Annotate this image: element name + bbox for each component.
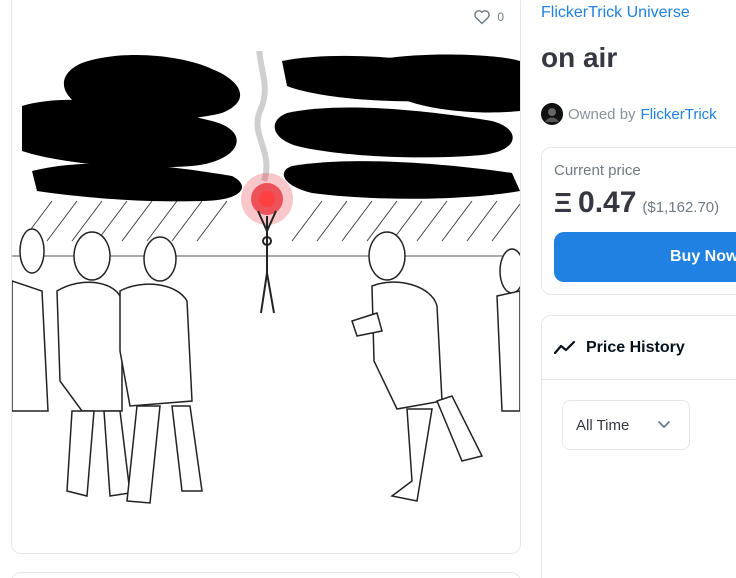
current-price-label: Current price: [554, 162, 641, 179]
time-range-value: All Time: [576, 416, 630, 434]
asset-artwork: [12, 51, 520, 504]
chevron-down-icon: [658, 421, 670, 428]
price-history-title: Price History: [586, 338, 685, 356]
price-history-panel: Price History All Time: [541, 315, 736, 578]
favorite-button[interactable]: 0: [473, 9, 504, 25]
trend-line-icon: [554, 340, 576, 354]
owner-row: Owned by FlickerTrick: [541, 103, 717, 125]
owner-prefix: Owned by: [568, 105, 636, 123]
buy-now-button[interactable]: Buy Now: [554, 232, 736, 282]
price-usd: ($1,162.70): [642, 199, 720, 216]
price-panel: Current price Ξ 0.47 ($1,162.70) Buy Now: [541, 147, 736, 295]
price-history-header[interactable]: Price History: [542, 316, 736, 380]
price-amount: 0.47: [578, 186, 637, 219]
time-range-select[interactable]: All Time: [562, 400, 690, 450]
asset-title: on air: [541, 42, 618, 73]
collection-link[interactable]: FlickerTrick Universe: [541, 4, 690, 22]
next-panel-edge: [11, 572, 521, 578]
heart-icon: [474, 10, 491, 25]
favorite-count: 0: [497, 10, 504, 24]
asset-image-card: 0: [11, 0, 521, 554]
owner-link[interactable]: FlickerTrick: [641, 106, 717, 123]
ethereum-icon: Ξ: [554, 187, 573, 218]
price-row: Ξ 0.47 ($1,162.70): [554, 186, 719, 220]
avatar[interactable]: [541, 103, 563, 125]
